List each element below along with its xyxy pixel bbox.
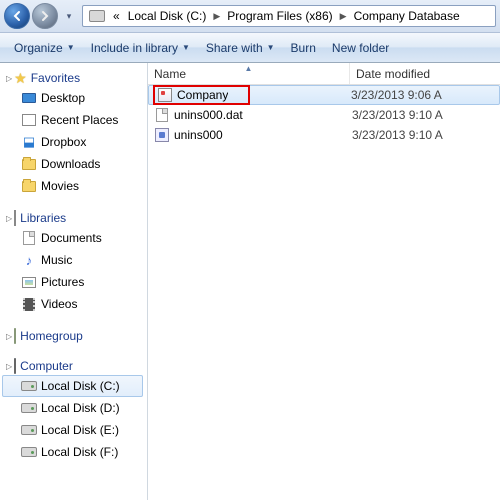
file-date: 3/23/2013 9:06 A [351,88,495,102]
breadcrumb[interactable]: « Local Disk (C:) ▶ Program Files (x86) … [82,5,496,27]
drive-icon [21,447,37,457]
sidebar-item-music[interactable]: ♪Music [2,249,143,271]
computer-icon [14,358,16,374]
collapse-icon: ▷ [6,214,12,223]
annotation-highlight: Company [153,85,250,105]
sidebar-group-libraries[interactable]: ▷ Libraries [2,207,147,227]
sidebar-group-homegroup[interactable]: ▷ Homegroup [2,325,147,345]
uninstaller-icon [155,128,169,142]
homegroup-icon [14,328,16,344]
sidebar-item-drive-f[interactable]: Local Disk (F:) [2,441,143,463]
column-date-modified[interactable]: Date modified [350,63,500,84]
folder-icon [22,159,36,170]
dropbox-icon: ⬓ [21,134,37,150]
file-pane: Name ▲ Date modified Company 3/23/2013 9… [148,63,500,500]
breadcrumb-overflow[interactable]: « [109,6,124,26]
sidebar: ▷ ★ Favorites Desktop Recent Places ⬓Dro… [0,63,148,500]
sidebar-item-dropbox[interactable]: ⬓Dropbox [2,131,143,153]
drive-icon [21,403,37,413]
music-icon: ♪ [21,252,37,268]
file-row[interactable]: unins000.dat 3/23/2013 9:10 A [148,105,500,125]
sidebar-item-pictures[interactable]: Pictures [2,271,143,293]
file-row[interactable]: Company 3/23/2013 9:06 A [148,85,500,105]
chevron-right-icon[interactable]: ▶ [210,11,223,22]
libraries-label: Libraries [20,211,66,225]
star-icon: ★ [14,71,27,85]
file-row[interactable]: unins000 3/23/2013 9:10 A [148,125,500,145]
chevron-right-icon[interactable]: ▶ [337,11,350,22]
burn-button[interactable]: Burn [283,33,324,62]
application-icon [158,88,172,102]
sidebar-item-drive-e[interactable]: Local Disk (E:) [2,419,143,441]
nav-history-dropdown[interactable]: ▾ [62,5,76,27]
drive-icon [21,425,37,435]
sidebar-item-movies[interactable]: Movies [2,175,143,197]
collapse-icon: ▷ [6,332,12,341]
file-list[interactable]: Company 3/23/2013 9:06 A unins000.dat 3/… [148,85,500,500]
homegroup-label: Homegroup [20,329,83,343]
breadcrumb-drive-icon [85,6,109,26]
sidebar-item-recent-places[interactable]: Recent Places [2,109,143,131]
sidebar-item-drive-d[interactable]: Local Disk (D:) [2,397,143,419]
file-name: Company [177,88,228,102]
drive-icon [21,381,37,391]
share-with-button[interactable]: Share with▼ [198,33,283,62]
file-date: 3/23/2013 9:10 A [352,128,496,142]
column-headers: Name ▲ Date modified [148,63,500,85]
file-name: unins000 [174,128,352,142]
sort-asc-icon: ▲ [245,64,253,73]
breadcrumb-seg-2[interactable]: Company Database [350,6,464,26]
libraries-icon [14,210,16,226]
titlebar: ▾ « Local Disk (C:) ▶ Program Files (x86… [0,0,500,33]
collapse-icon: ▷ [6,74,12,83]
forward-button[interactable] [32,3,58,29]
nav-buttons: ▾ [4,3,76,29]
back-button[interactable] [4,3,30,29]
new-folder-button[interactable]: New folder [324,33,397,62]
recent-icon [22,114,36,126]
toolbar: Organize▼ Include in library▼ Share with… [0,33,500,63]
sidebar-item-videos[interactable]: Videos [2,293,143,315]
breadcrumb-seg-1[interactable]: Program Files (x86) [223,6,336,26]
sidebar-item-documents[interactable]: Documents [2,227,143,249]
videos-icon [23,298,35,311]
organize-button[interactable]: Organize▼ [6,33,83,62]
file-date: 3/23/2013 9:10 A [352,108,496,122]
sidebar-group-computer[interactable]: ▷ Computer [2,355,147,375]
column-name[interactable]: Name ▲ [148,63,350,84]
desktop-icon [22,93,36,103]
sidebar-item-desktop[interactable]: Desktop [2,87,143,109]
favorites-label: Favorites [31,71,80,85]
sidebar-item-drive-c[interactable]: Local Disk (C:) [2,375,143,397]
collapse-icon: ▷ [6,362,12,371]
include-in-library-button[interactable]: Include in library▼ [83,33,198,62]
pictures-icon [22,277,36,288]
file-icon [156,108,168,122]
sidebar-group-favorites[interactable]: ▷ ★ Favorites [2,67,147,87]
file-name: unins000.dat [174,108,352,122]
computer-label: Computer [20,359,73,373]
folder-icon [22,181,36,192]
breadcrumb-seg-0[interactable]: Local Disk (C:) [124,6,211,26]
document-icon [23,231,35,245]
sidebar-item-downloads[interactable]: Downloads [2,153,143,175]
